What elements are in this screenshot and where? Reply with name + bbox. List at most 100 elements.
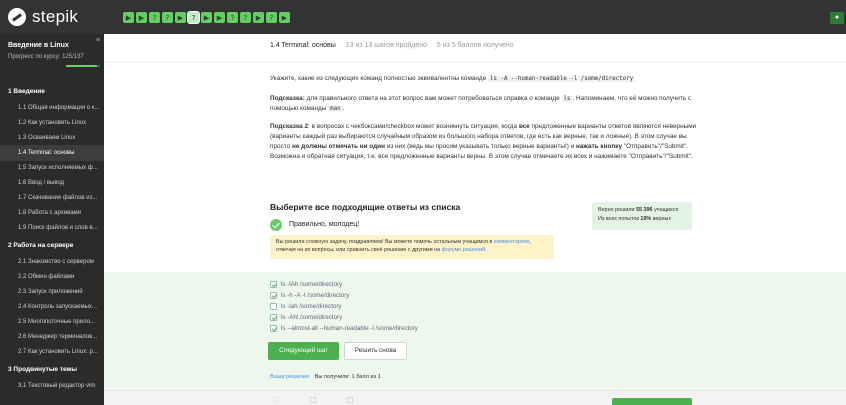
correct-message: Правильно, молодец! (289, 221, 360, 228)
step-tab[interactable]: ▶ (136, 12, 147, 23)
course-title[interactable]: Введение в Linux (8, 42, 69, 49)
question-text: Укажите, какие из следующих команд полно… (270, 74, 700, 84)
stepik-logo-icon (8, 8, 26, 26)
divider (104, 62, 846, 63)
answer-checkbox[interactable] (270, 302, 277, 310)
sidebar-item-lesson[interactable]: 1.5 Запуск исполняемых ф... (0, 160, 104, 176)
pin-icon[interactable]: ≡ (96, 37, 100, 44)
bottom-next-button[interactable] (612, 398, 692, 405)
course-progress-fill (66, 65, 97, 67)
stats-card: Верно решили 55 396 учащихся Из всех поп… (592, 202, 692, 230)
next-step-button[interactable]: Следующий шаг (268, 342, 339, 360)
hint-label: Подсказка 2 (270, 123, 309, 130)
hint-bold: нажать кнопку (576, 143, 623, 150)
user-avatar[interactable]: ● (830, 12, 844, 24)
answer-option[interactable]: ls -Ahl /some/directory (270, 312, 342, 322)
step-tab[interactable]: ? (187, 11, 200, 24)
retry-button[interactable]: Решить снова (344, 342, 407, 360)
sidebar-item-lesson[interactable]: 2.1 Знакомство с сервером (0, 254, 104, 270)
step-tab[interactable]: ▶ (279, 12, 290, 23)
sidebar-item-lesson[interactable]: 1.1 Общая информация о к... (0, 100, 104, 116)
answer-checkbox[interactable] (270, 313, 277, 321)
stats-pct: 19% (640, 216, 652, 222)
sidebar-item-lesson[interactable]: 1.6 Ввод / вывод (0, 175, 104, 191)
answer-label: ls -Ahl /some/directory (281, 313, 343, 321)
comments-link[interactable]: комментариях (494, 239, 530, 245)
stats-label: верных (652, 216, 672, 222)
course-progress-bar (66, 65, 100, 67)
sidebar-item-lesson[interactable]: 1.7 Скачивание файлов из... (0, 190, 104, 206)
sidebar-item-lesson[interactable]: 2.3 Запуск приложений (0, 284, 104, 300)
answer-checkbox[interactable] (270, 280, 277, 288)
hint-text: . (342, 105, 345, 112)
step-tab[interactable]: ▶ (253, 12, 264, 23)
answer-checkbox[interactable] (270, 291, 277, 299)
answer-option[interactable]: ls -h -A -l /some/directory (270, 290, 349, 300)
sidebar-item-lesson[interactable]: 2.6 Менеджер терминалов... (0, 329, 104, 345)
logo-text: stepik (32, 7, 79, 26)
sidebar-section-title[interactable]: 3 Продвинутые темы (8, 366, 77, 373)
sidebar-item-lesson[interactable]: 1.3 Осваиваем Linux (0, 130, 104, 146)
step-tab[interactable]: ? (162, 12, 173, 23)
like-icon[interactable]: ♡ (272, 396, 279, 405)
command-code: ls -A --human-readable -l /some/director… (488, 76, 636, 82)
your-solutions-link[interactable]: Ваши решения (270, 374, 309, 380)
step-tab[interactable]: ? (149, 12, 160, 23)
hint-1: Подсказка: для правильного ответа на это… (270, 94, 700, 114)
answer-label: ls -lAh /some/directory (281, 280, 343, 288)
stats-attempts: Из всех попыток 19% верных (598, 215, 686, 224)
lesson-header: 1.4 Terminal: основы 13 из 13 шагов прой… (270, 42, 514, 49)
answer-option[interactable]: ls -lAh /some/directory (270, 279, 342, 289)
ls-code: ls (561, 96, 573, 102)
stepik-logo[interactable]: stepik (8, 6, 78, 28)
sidebar-item-lesson[interactable]: 2.5 Многопоточные прило... (0, 314, 104, 330)
answer-option[interactable]: ls --almost-all --human-readable -l /som… (270, 323, 418, 333)
stats-label: Верно решили (598, 207, 635, 213)
sidebar-item-lesson[interactable]: 3.1 Текстовый редактор vim (0, 378, 104, 394)
step-tab[interactable]: ▶ (123, 12, 134, 23)
man-code: man (328, 106, 343, 112)
lesson-steps-meta: 13 из 13 шагов пройдено (345, 42, 427, 49)
sidebar-item-lesson[interactable]: 2.2 Обмен файлами (0, 269, 104, 285)
answer-checkbox[interactable] (270, 324, 277, 332)
comment-icon[interactable]: ☐ (346, 396, 353, 405)
result-title: Выберите все подходящие ответы из списка (270, 202, 461, 212)
hint-text: : в вопросах с чекбоксами/checkbox может… (308, 123, 518, 130)
bottom-toolbar: ♡ ☐ ☐ (272, 396, 354, 405)
lesson-title: 1.4 Terminal: основы (270, 42, 336, 49)
step-navigation: ▶ ▶?? ▶? ▶ ▶?? ▶? ▶ (123, 11, 290, 26)
course-sidebar: ≡ Введение в Linux Прогресс по курсу: 12… (0, 34, 104, 405)
score-text: Вы получили: 1 балл из 1 (314, 374, 381, 380)
sidebar-item-lesson[interactable]: 1.4 Terminal: основы (0, 145, 104, 161)
hint-bold: все (518, 123, 530, 130)
step-tab[interactable]: ▶ (214, 12, 225, 23)
answer-label: ls --almost-all --human-readable -l /som… (281, 324, 418, 332)
answers-panel (104, 272, 846, 390)
course-progress-text: Прогресс по курсу: 125/137 (8, 54, 84, 60)
answer-label: ls -lah /some/directory (281, 302, 342, 310)
answer-label: ls -h -A -l /some/directory (281, 291, 350, 299)
sidebar-item-lesson[interactable]: 1.2 Как установить Linux (0, 115, 104, 131)
sidebar-section-title[interactable]: 1 Введение (8, 88, 45, 95)
solutions-row: Ваши решения Вы получили: 1 балл из 1 (270, 374, 381, 380)
bookmark-icon[interactable]: ☐ (309, 396, 316, 405)
answer-option[interactable]: ls -lah /some/directory (270, 301, 342, 311)
congrats-notice: Вы решили сложную задачу, поздравляем! В… (270, 235, 554, 259)
sidebar-item-lesson[interactable]: 1.9 Поиск файлов и слов в... (0, 220, 104, 236)
hint-text: из них (ведь мы просим указывать только … (386, 143, 575, 150)
step-tab[interactable]: ? (266, 12, 277, 23)
step-tab[interactable]: ? (227, 12, 238, 23)
step-tab[interactable]: ▶ (175, 12, 186, 23)
forum-link[interactable]: форуме решений (442, 247, 486, 253)
notice-text: . (485, 247, 487, 253)
bottom-bar (104, 390, 846, 405)
sidebar-item-lesson[interactable]: 2.7 Как установить Linux: р... (0, 344, 104, 360)
sidebar-section-title[interactable]: 2 Работа на сервере (8, 242, 73, 249)
hint-label: Подсказка: (270, 95, 305, 102)
step-tab[interactable]: ▶ (201, 12, 212, 23)
step-tab[interactable]: ? (240, 12, 251, 23)
hint-2: Подсказка 2: в вопросах с чекбоксами/che… (270, 122, 700, 162)
checkmark-icon (270, 219, 282, 231)
sidebar-item-lesson[interactable]: 2.4 Контроль запускаемых... (0, 299, 104, 315)
sidebar-item-lesson[interactable]: 1.8 Работа с архивами (0, 205, 104, 221)
